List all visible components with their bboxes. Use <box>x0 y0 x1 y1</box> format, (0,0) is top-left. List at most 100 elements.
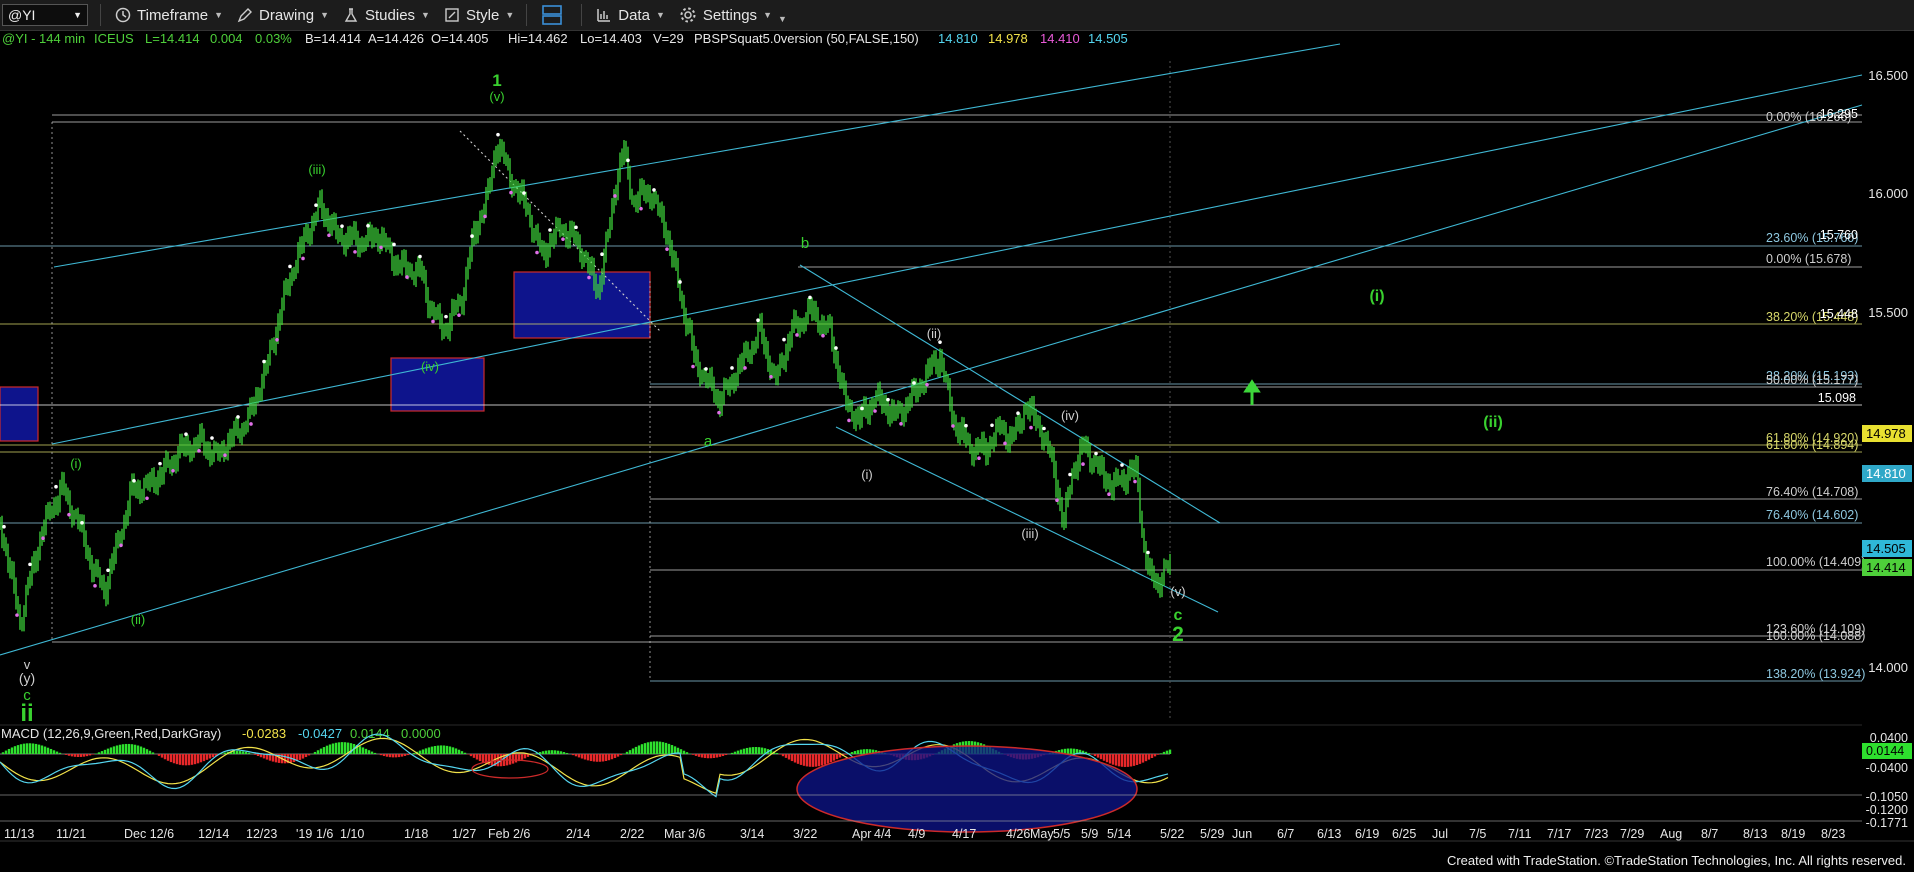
pivot-dot <box>405 275 409 279</box>
macd-value: -0.0283 <box>242 726 286 741</box>
time-axis-label: 2/14 <box>566 827 590 841</box>
settings-button[interactable]: Settings ▼ ▼ <box>679 6 787 24</box>
pivot-dot <box>418 254 422 259</box>
fibonacci-labels: 0.00% (16.266)16.29523.60% (15.760)15.76… <box>1766 107 1865 681</box>
chart-info-last: L=14.414 <box>145 31 200 46</box>
trend-line <box>835 426 1219 613</box>
time-axis-label: 3/6 <box>688 827 705 841</box>
pivot-dot <box>951 424 955 428</box>
pivot-dot <box>574 225 578 230</box>
chart-info-bid: B=14.414 <box>305 31 361 46</box>
pivot-dot <box>561 237 565 241</box>
time-axis-label: 5/29 <box>1200 827 1224 841</box>
pivot-dot <box>821 333 825 338</box>
data-label: Data <box>618 6 650 24</box>
pivot-dot <box>15 613 19 617</box>
macd-value: -0.0427 <box>298 726 342 741</box>
pivot-dot <box>197 449 201 453</box>
caret-down-icon: ▼ <box>763 10 772 20</box>
footer-credit: Created with TradeStation. ©TradeStation… <box>1446 853 1906 868</box>
fib-price: 15.760 <box>1820 228 1858 242</box>
time-axis-label: 12/14 <box>198 827 229 841</box>
fibonacci-lines <box>0 61 1862 721</box>
time-axis-label: 2/22 <box>620 827 644 841</box>
pivot-dot <box>743 366 747 370</box>
pivot-dot <box>470 234 474 238</box>
wave-label: (iii) <box>308 162 325 177</box>
timeframe-button[interactable]: Timeframe ▼ <box>115 7 223 24</box>
pivot-dot <box>1016 411 1020 416</box>
pivot-dot <box>600 252 604 257</box>
pivot-dot <box>925 382 929 387</box>
pivot-dot <box>171 468 175 473</box>
up-arrow-shape <box>1243 379 1261 405</box>
pivot-dot <box>730 366 734 370</box>
time-axis-label: 8/13 <box>1743 827 1767 841</box>
pivot-dot <box>1042 426 1046 431</box>
macd-axis-label: -0.1771 <box>1866 816 1908 830</box>
symbol-text: @YI <box>8 7 36 23</box>
fib-price: 16.295 <box>1820 107 1858 121</box>
pivot-dot <box>899 421 903 426</box>
pivot-dot <box>223 453 227 458</box>
study-value: 14.410 <box>1040 31 1080 46</box>
trend-channels <box>0 43 1863 656</box>
fib-label: 15.098 <box>1818 391 1856 405</box>
price-chart[interactable]: @YI - 144 min ICEUS L=14.414 0.004 0.03%… <box>0 31 1914 872</box>
data-button[interactable]: Data ▼ <box>596 7 665 24</box>
time-axis-label: 5/5 <box>1053 827 1070 841</box>
wave-label: (v) <box>489 89 504 104</box>
time-axis-label: Aug <box>1660 827 1682 841</box>
pivot-dot <box>210 436 214 440</box>
pivot-dot <box>665 247 669 251</box>
wave-label: (ii) <box>927 326 941 341</box>
pivot-dot <box>288 264 292 269</box>
clock-icon <box>115 7 131 23</box>
macd-title: MACD (12,26,9,Green,Red,DarkGray) <box>1 726 221 741</box>
macd-axis-label: -0.0400 <box>1866 761 1908 775</box>
time-axis-label: 6/25 <box>1392 827 1416 841</box>
time-axis-label: 4/17 <box>952 827 976 841</box>
studies-button[interactable]: Studies ▼ <box>343 7 430 24</box>
wave-label: (i) <box>70 456 82 471</box>
pivot-dot <box>626 158 630 163</box>
pivot-dot <box>158 461 162 466</box>
style-icon <box>445 8 459 22</box>
wave-label: ii <box>20 700 33 727</box>
pivot-dot <box>795 333 799 337</box>
pivot-dot <box>236 415 240 419</box>
pivot-dot <box>275 337 279 342</box>
drawing-button[interactable]: Drawing ▼ <box>237 7 329 24</box>
wave-label: 1 <box>492 71 501 90</box>
pivot-dot <box>54 484 58 489</box>
pivot-dot <box>1133 479 1137 484</box>
layout-button[interactable] <box>541 4 569 26</box>
fib-label: 100.00% (14.409) <box>1766 555 1865 569</box>
time-axis-label: Feb 2/6 <box>488 827 530 841</box>
pivot-dot <box>1146 550 1150 555</box>
wave-label: (i) <box>861 467 873 482</box>
time-axis-label: 6/13 <box>1317 827 1341 841</box>
wave-label: c <box>1174 607 1183 624</box>
pivot-dot <box>496 132 500 137</box>
caret-down-icon: ▼ <box>320 10 329 20</box>
pivot-dot <box>106 568 110 573</box>
pivot-dot <box>301 256 305 261</box>
pivot-dot <box>639 206 643 211</box>
fib-label: 61.80% (14.894) <box>1766 438 1858 452</box>
chevron-down-icon: ▼ <box>73 10 82 20</box>
pivot-dot <box>1029 425 1033 430</box>
pivot-dot <box>132 478 136 483</box>
wave-label: (iii) <box>1021 526 1038 541</box>
pivot-dot <box>522 191 526 195</box>
fib-label: 100.00% (14.088) <box>1766 629 1865 643</box>
pivot-dot <box>262 359 266 364</box>
pivot-dot <box>327 233 331 238</box>
pivot-dots <box>2 132 1150 617</box>
settings-label: Settings <box>702 6 758 24</box>
pivot-dot <box>613 194 617 198</box>
macd-highlight-ellipse <box>796 745 1138 833</box>
symbol-selector[interactable]: @YI ▼ <box>2 4 88 26</box>
style-button[interactable]: Style ▼ <box>444 7 514 24</box>
pivot-dot <box>353 250 357 254</box>
